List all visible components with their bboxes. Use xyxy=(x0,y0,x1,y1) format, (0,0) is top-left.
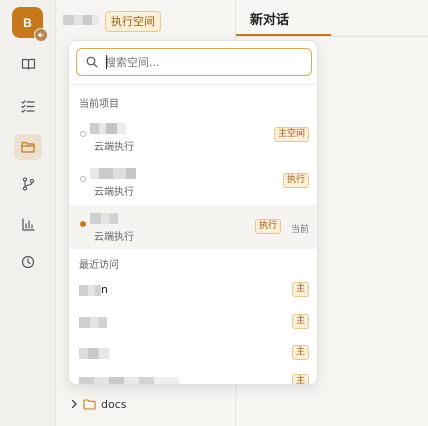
space-badge: 执行 xyxy=(282,173,309,188)
space-name-redacted xyxy=(90,213,118,224)
space-badge: 主 xyxy=(291,314,309,329)
radio-indicator-selected xyxy=(80,221,86,227)
folder-outline-icon xyxy=(83,398,96,410)
git-branch-icon[interactable] xyxy=(19,175,37,193)
recent-item[interactable]: 主 xyxy=(69,311,317,333)
clock-icon[interactable] xyxy=(19,253,37,271)
section-title-recent: 最近访问 xyxy=(79,260,119,271)
space-badge: 主 xyxy=(291,345,309,360)
text-caret xyxy=(106,55,107,69)
space-name-redacted xyxy=(79,348,109,359)
space-subtitle: 云端执行 xyxy=(94,187,134,198)
book-icon[interactable] xyxy=(19,55,37,73)
space-subtitle: 云端执行 xyxy=(94,142,134,153)
space-name-redacted xyxy=(90,168,136,179)
folder-icon[interactable] xyxy=(14,134,42,160)
space-badge: 主空间 xyxy=(273,127,309,142)
space-item[interactable]: 云端执行 主空间 xyxy=(69,115,317,159)
recent-item[interactable]: 主 xyxy=(69,371,317,384)
bar-chart-icon[interactable] xyxy=(19,215,37,233)
space-badge: 执行 xyxy=(254,219,281,234)
space-badge: 主 xyxy=(291,282,309,297)
tree-item-docs[interactable]: docs xyxy=(70,396,127,412)
recent-item[interactable]: n 主 xyxy=(69,279,317,301)
current-label: 当前 xyxy=(290,225,309,235)
task-list-icon[interactable] xyxy=(19,97,37,115)
space-subtitle: 云端执行 xyxy=(94,232,134,243)
radio-indicator xyxy=(80,131,86,137)
space-name-redacted xyxy=(79,317,107,328)
divider xyxy=(69,84,317,85)
space-name-redacted xyxy=(90,123,126,134)
space-badge: 主 xyxy=(291,374,309,384)
space-name-redacted xyxy=(79,285,101,296)
tree-item-label: docs xyxy=(101,397,127,411)
space-type-tag[interactable]: 执行空间 xyxy=(105,11,161,32)
space-item-current[interactable]: 云端执行 执行 当前 xyxy=(69,205,317,249)
space-name-redacted xyxy=(79,377,179,384)
tab-divider xyxy=(236,36,428,37)
icon-rail: B xyxy=(0,0,56,426)
recent-item-name: n xyxy=(101,283,108,296)
chevron-right-icon xyxy=(71,399,77,409)
recent-item[interactable]: 主 xyxy=(69,342,317,364)
search-box[interactable] xyxy=(76,48,312,76)
space-item[interactable]: 云端执行 执行 xyxy=(69,160,317,204)
avatar-letter: B xyxy=(23,15,32,30)
space-name-redacted[interactable] xyxy=(63,15,99,25)
section-title-current: 当前项目 xyxy=(79,99,119,110)
search-input[interactable] xyxy=(105,53,305,71)
space-switcher-popup: 当前项目 云端执行 主空间 云端执行 执行 云端执行 执行 当前 最近访问 n … xyxy=(68,40,318,385)
radio-indicator xyxy=(80,176,86,182)
search-icon xyxy=(86,56,98,68)
tab-new-chat[interactable]: 新对话 xyxy=(236,0,331,36)
back-arrow-icon[interactable] xyxy=(34,28,48,42)
